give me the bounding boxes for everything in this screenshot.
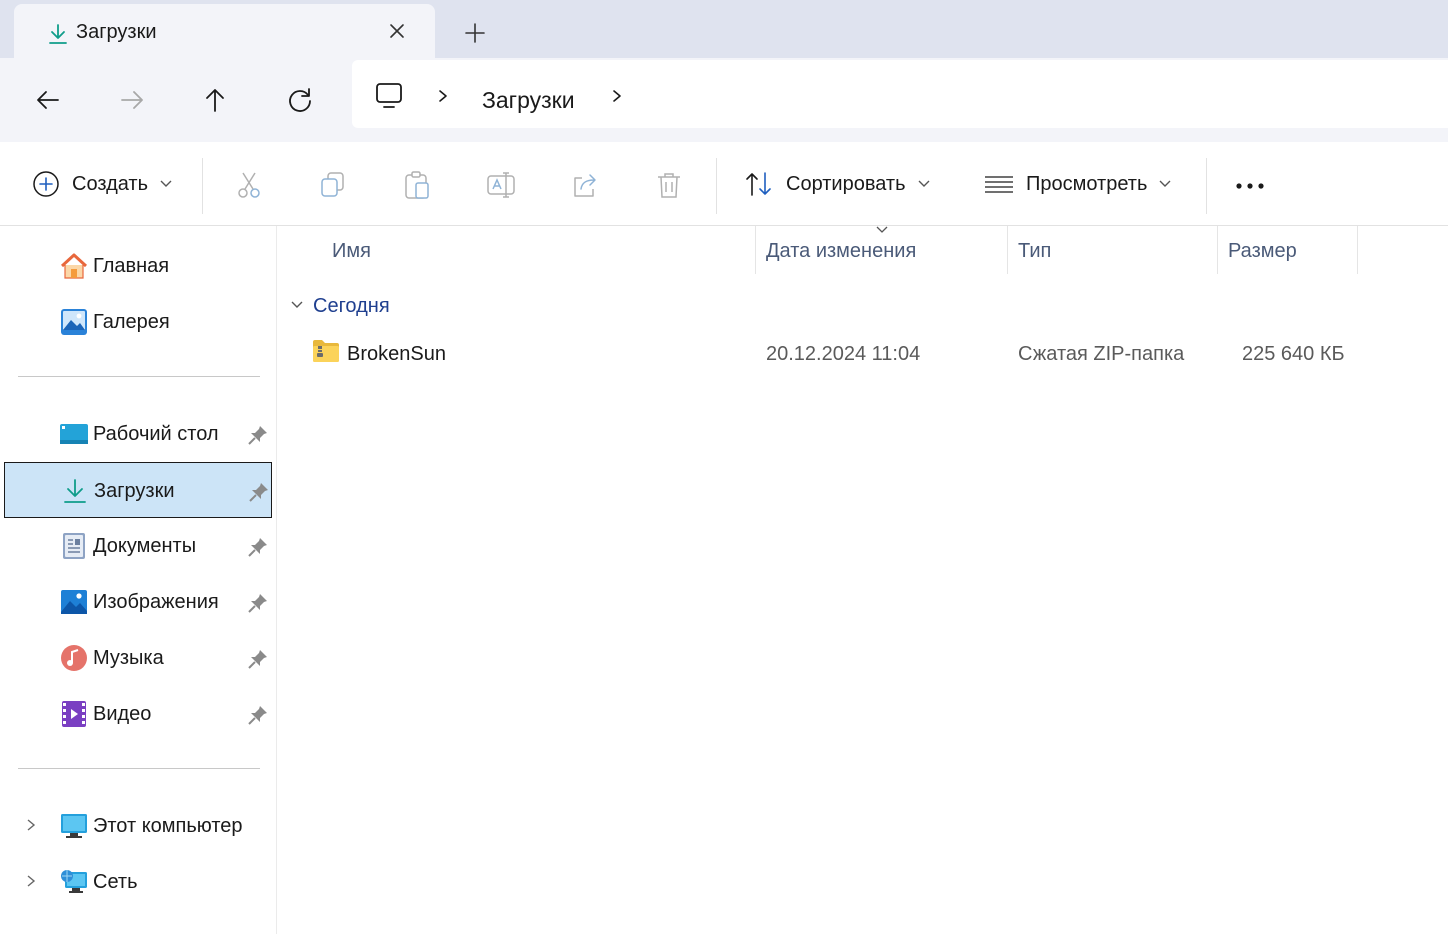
pin-icon[interactable] <box>248 425 268 445</box>
column-separator[interactable] <box>1357 226 1358 274</box>
sidebar-item-home[interactable]: Главная <box>4 238 272 294</box>
view-list-icon <box>985 176 1013 193</box>
sidebar-item-label: Загрузки <box>94 480 175 502</box>
divider <box>1206 158 1207 214</box>
desktop-icon <box>60 424 88 444</box>
file-date: 20.12.2024 11:04 <box>766 343 921 365</box>
sidebar-item-gallery[interactable]: Галерея <box>4 294 272 350</box>
close-icon[interactable] <box>386 20 408 42</box>
sidebar-item-label: Сеть <box>93 871 138 893</box>
computer-icon <box>61 814 87 838</box>
sidebar-item-this-pc[interactable]: Этот компьютер <box>4 798 272 854</box>
chevron-down-icon <box>1159 180 1171 187</box>
plus-circle-icon <box>33 171 59 197</box>
chevron-down-icon[interactable] <box>290 298 304 312</box>
pin-icon[interactable] <box>249 482 269 502</box>
chevron-right-icon[interactable] <box>610 89 624 103</box>
documents-icon <box>63 533 85 559</box>
column-header-size[interactable]: Размер <box>1218 226 1358 274</box>
more-icon[interactable] <box>1234 176 1266 196</box>
column-header-label: Размер <box>1228 240 1297 262</box>
sidebar-item-label: Видео <box>93 703 152 725</box>
sidebar-item-downloads[interactable]: Загрузки <box>4 462 272 518</box>
gallery-icon <box>61 309 87 335</box>
home-icon <box>60 253 88 279</box>
sidebar-item-pictures[interactable]: Изображения <box>4 574 272 630</box>
group-label: Сегодня <box>313 295 390 317</box>
column-header-label: Дата изменения <box>766 240 917 262</box>
download-icon <box>64 479 86 503</box>
sort-label: Сортировать <box>786 172 906 195</box>
cut-icon[interactable] <box>234 170 264 200</box>
tab-downloads[interactable]: Загрузки <box>14 4 435 60</box>
view-button[interactable]: Просмотреть <box>984 142 1171 226</box>
sidebar-item-desktop[interactable]: Рабочий стол <box>4 406 272 462</box>
column-header-label: Имя <box>332 240 371 262</box>
sidebar-item-music[interactable]: Музыка <box>4 630 272 686</box>
chevron-right-icon[interactable] <box>24 818 38 832</box>
create-label: Создать <box>72 172 149 195</box>
chevron-right-icon[interactable] <box>436 89 450 103</box>
sidebar-divider <box>18 768 260 769</box>
column-header-name[interactable]: Имя <box>278 226 756 274</box>
sidebar-item-label: Музыка <box>93 647 164 669</box>
delete-icon[interactable] <box>654 170 684 200</box>
paste-icon[interactable] <box>402 170 432 200</box>
new-tab-icon[interactable] <box>462 20 488 46</box>
column-header-label: Тип <box>1018 240 1052 262</box>
network-icon <box>61 870 87 893</box>
file-row[interactable]: BrokenSun 20.12.2024 11:04 Сжатая ZIP-па… <box>278 334 1448 374</box>
sort-icon <box>746 172 771 196</box>
sidebar-item-label: Галерея <box>93 311 170 333</box>
sidebar-item-label: Главная <box>93 255 170 277</box>
sidebar-item-label: Рабочий стол <box>93 423 219 445</box>
column-header-type[interactable]: Тип <box>1008 226 1218 274</box>
chevron-right-icon[interactable] <box>24 874 38 888</box>
share-icon[interactable] <box>570 170 600 200</box>
zip-folder-icon <box>313 340 339 362</box>
rename-icon[interactable] <box>486 170 516 200</box>
pin-icon[interactable] <box>248 593 268 613</box>
command-bar: Создать Сортировать Просмотреть <box>0 142 1448 226</box>
sidebar-item-label: Изображения <box>93 591 219 613</box>
refresh-icon[interactable] <box>284 84 316 116</box>
view-label: Просмотреть <box>1026 172 1148 195</box>
address-bar[interactable]: Загрузки <box>352 60 1448 128</box>
sidebar-item-label: Этот компьютер <box>93 815 243 837</box>
pin-icon[interactable] <box>248 705 268 725</box>
file-size: 225 640 КБ <box>1242 343 1345 365</box>
copy-icon[interactable] <box>318 170 348 200</box>
breadcrumb-downloads[interactable]: Загрузки <box>482 87 575 114</box>
column-header-date[interactable]: Дата изменения <box>756 226 1008 274</box>
sidebar-divider <box>18 376 260 377</box>
navigation-pane: Главная Галерея Рабочий стол Загрузки До… <box>0 226 277 934</box>
file-name[interactable]: BrokenSun <box>347 343 446 366</box>
tab-strip: Загрузки <box>0 0 1448 60</box>
computer-icon[interactable] <box>374 82 404 110</box>
file-type: Сжатая ZIP-папка <box>1018 343 1185 365</box>
up-arrow-icon[interactable] <box>199 84 231 116</box>
sort-button[interactable]: Сортировать <box>744 142 930 226</box>
sidebar-item-video[interactable]: Видео <box>4 686 272 742</box>
pictures-icon <box>61 590 87 614</box>
video-icon <box>62 701 86 727</box>
sidebar-item-documents[interactable]: Документы <box>4 518 272 574</box>
chevron-down-icon <box>160 180 172 187</box>
navigation-bar: Загрузки <box>0 58 1448 142</box>
file-list: Имя Дата изменения Тип Размер Сегодня Br… <box>278 226 1448 934</box>
back-arrow-icon[interactable] <box>32 84 64 116</box>
forward-arrow-icon[interactable] <box>116 84 148 116</box>
music-icon <box>61 645 87 671</box>
divider <box>716 158 717 214</box>
pin-icon[interactable] <box>248 537 268 557</box>
sidebar-item-network[interactable]: Сеть <box>4 854 272 910</box>
create-button[interactable]: Создать <box>32 142 172 226</box>
tab-title: Загрузки <box>76 21 157 43</box>
chevron-down-icon <box>918 180 929 187</box>
pin-icon[interactable] <box>248 649 268 669</box>
sidebar-item-label: Документы <box>93 535 197 557</box>
divider <box>202 158 203 214</box>
download-icon <box>49 24 67 44</box>
